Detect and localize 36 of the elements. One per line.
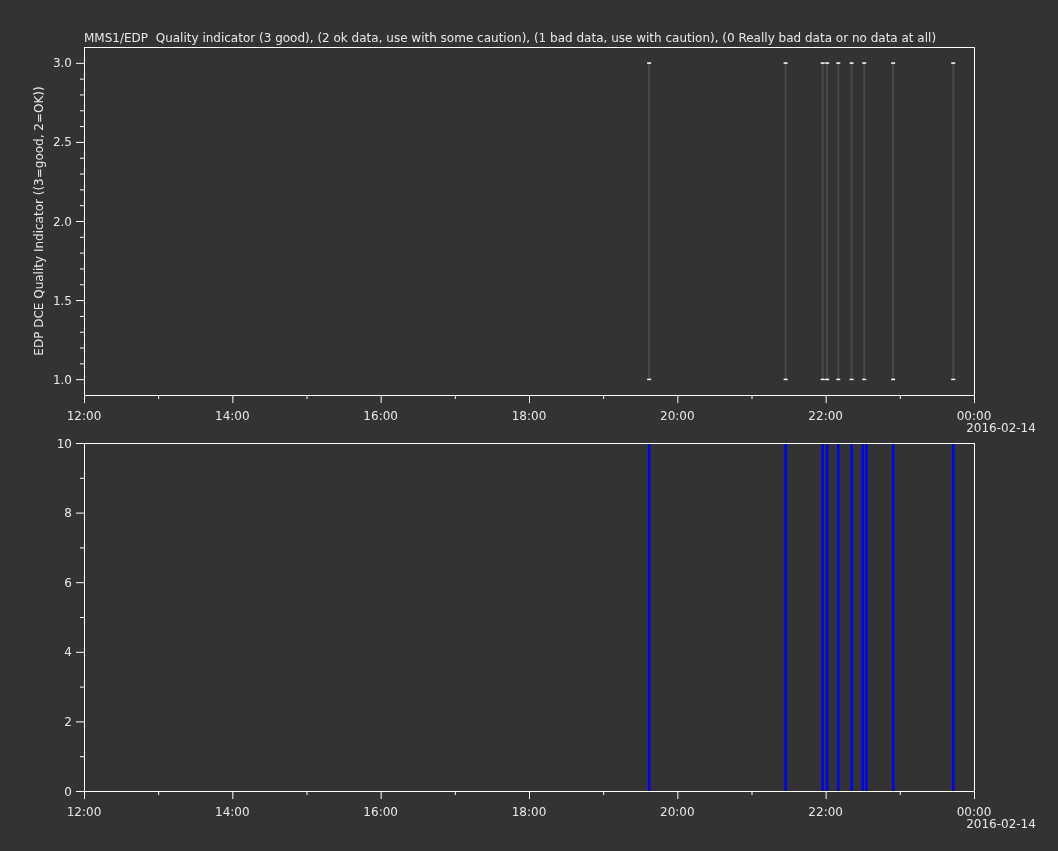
y-tick-label: 6 bbox=[64, 575, 72, 590]
x-tick-label: 22:00 bbox=[808, 409, 843, 423]
data-point bbox=[849, 378, 854, 381]
y-axis-label: EDP DCE Quality Indicator ((3=good, 2=OK)) bbox=[32, 86, 46, 356]
y-tick-label: 1.0 bbox=[52, 372, 72, 387]
y-tick-label: 1.5 bbox=[52, 293, 72, 308]
y-tick-label: 10 bbox=[56, 436, 72, 451]
plot-title: MMS1/EDP Quality indicator (3 good), (2 ok data, use with some caution), (1 bad data, use with caution), (0 Really bad data or no data at all) bbox=[84, 31, 937, 45]
x-tick-label: 12:00 bbox=[66, 409, 102, 423]
y-tick-label: 0 bbox=[64, 784, 72, 799]
x-tick-label: 00:00 bbox=[956, 409, 992, 423]
data-point bbox=[951, 378, 956, 381]
date-label: 2016-02-14 bbox=[966, 421, 1036, 435]
y-tick-label: 8 bbox=[64, 506, 72, 521]
x-tick-label: 20:00 bbox=[660, 409, 695, 423]
data-point bbox=[836, 378, 841, 381]
x-tick-label: 12:00 bbox=[66, 805, 102, 819]
x-tick-label: 14:00 bbox=[215, 409, 250, 423]
x-tick-label: 18:00 bbox=[511, 805, 547, 819]
x-tick-label: 18:00 bbox=[511, 409, 547, 423]
x-tick-label: 16:00 bbox=[363, 409, 398, 423]
y-tick-label: 2.0 bbox=[52, 214, 72, 229]
x-tick-label: 00:00 bbox=[956, 805, 992, 819]
data-point bbox=[783, 378, 788, 381]
data-point bbox=[862, 378, 867, 381]
y-tick-label: 2 bbox=[64, 714, 72, 729]
y-tick-label: 2.5 bbox=[52, 135, 72, 150]
x-tick-label: 20:00 bbox=[660, 805, 695, 819]
x-tick-label: 16:00 bbox=[363, 805, 398, 819]
y-tick-label: 4 bbox=[64, 645, 72, 660]
data-point bbox=[647, 378, 652, 381]
date-label: 2016-02-14 bbox=[966, 817, 1036, 831]
x-tick-label: 14:00 bbox=[215, 805, 250, 819]
y-tick-label: 3.0 bbox=[52, 56, 72, 71]
data-point bbox=[891, 378, 896, 381]
x-tick-label: 22:00 bbox=[808, 805, 843, 819]
